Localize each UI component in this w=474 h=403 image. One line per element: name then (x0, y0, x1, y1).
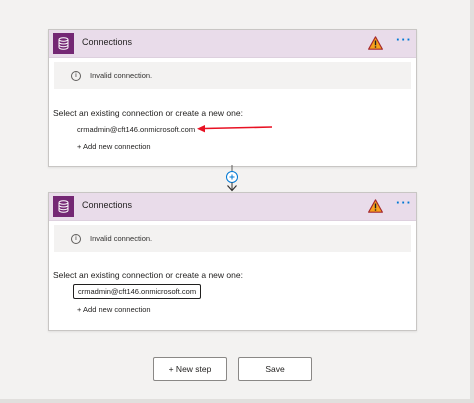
card-header[interactable]: Connections ··· (49, 193, 416, 221)
right-scroll-strip (470, 0, 474, 403)
connection-option-selected[interactable]: crmadmin@cft146.onmicrosoft.com (73, 284, 202, 299)
info-text: Invalid connection. (90, 71, 153, 80)
info-icon: i (71, 234, 81, 244)
top-bar (0, 0, 474, 22)
connections-card-1: Connections ··· i Invalid connection. Se… (48, 29, 417, 167)
save-button[interactable]: Save (238, 357, 312, 381)
bottom-scroll-strip (0, 399, 474, 403)
new-step-button[interactable]: + New step (153, 357, 227, 381)
invalid-connection-banner: i Invalid connection. (54, 62, 411, 89)
add-step-icon[interactable] (222, 165, 242, 192)
select-connection-label: Select an existing connection or create … (53, 108, 243, 118)
database-icon (53, 196, 74, 217)
database-icon (53, 33, 74, 54)
select-connection-label: Select an existing connection or create … (53, 270, 243, 280)
more-options-icon[interactable]: ··· (393, 196, 415, 214)
warning-icon[interactable] (368, 199, 383, 213)
card-header[interactable]: Connections ··· (49, 30, 416, 58)
more-options-icon[interactable]: ··· (393, 33, 415, 51)
connections-card-2: Connections ··· i Invalid connection. Se… (48, 192, 417, 331)
warning-icon[interactable] (368, 36, 383, 50)
info-text: Invalid connection. (90, 234, 153, 243)
invalid-connection-banner: i Invalid connection. (54, 225, 411, 252)
connection-option[interactable]: crmadmin@cft146.onmicrosoft.com (77, 125, 195, 134)
card-title: Connections (82, 200, 133, 210)
annotation-arrow (197, 125, 273, 133)
info-icon: i (71, 71, 81, 81)
add-new-connection-link[interactable]: + Add new connection (77, 142, 151, 151)
add-new-connection-link[interactable]: + Add new connection (77, 305, 151, 314)
card-title: Connections (82, 37, 133, 47)
